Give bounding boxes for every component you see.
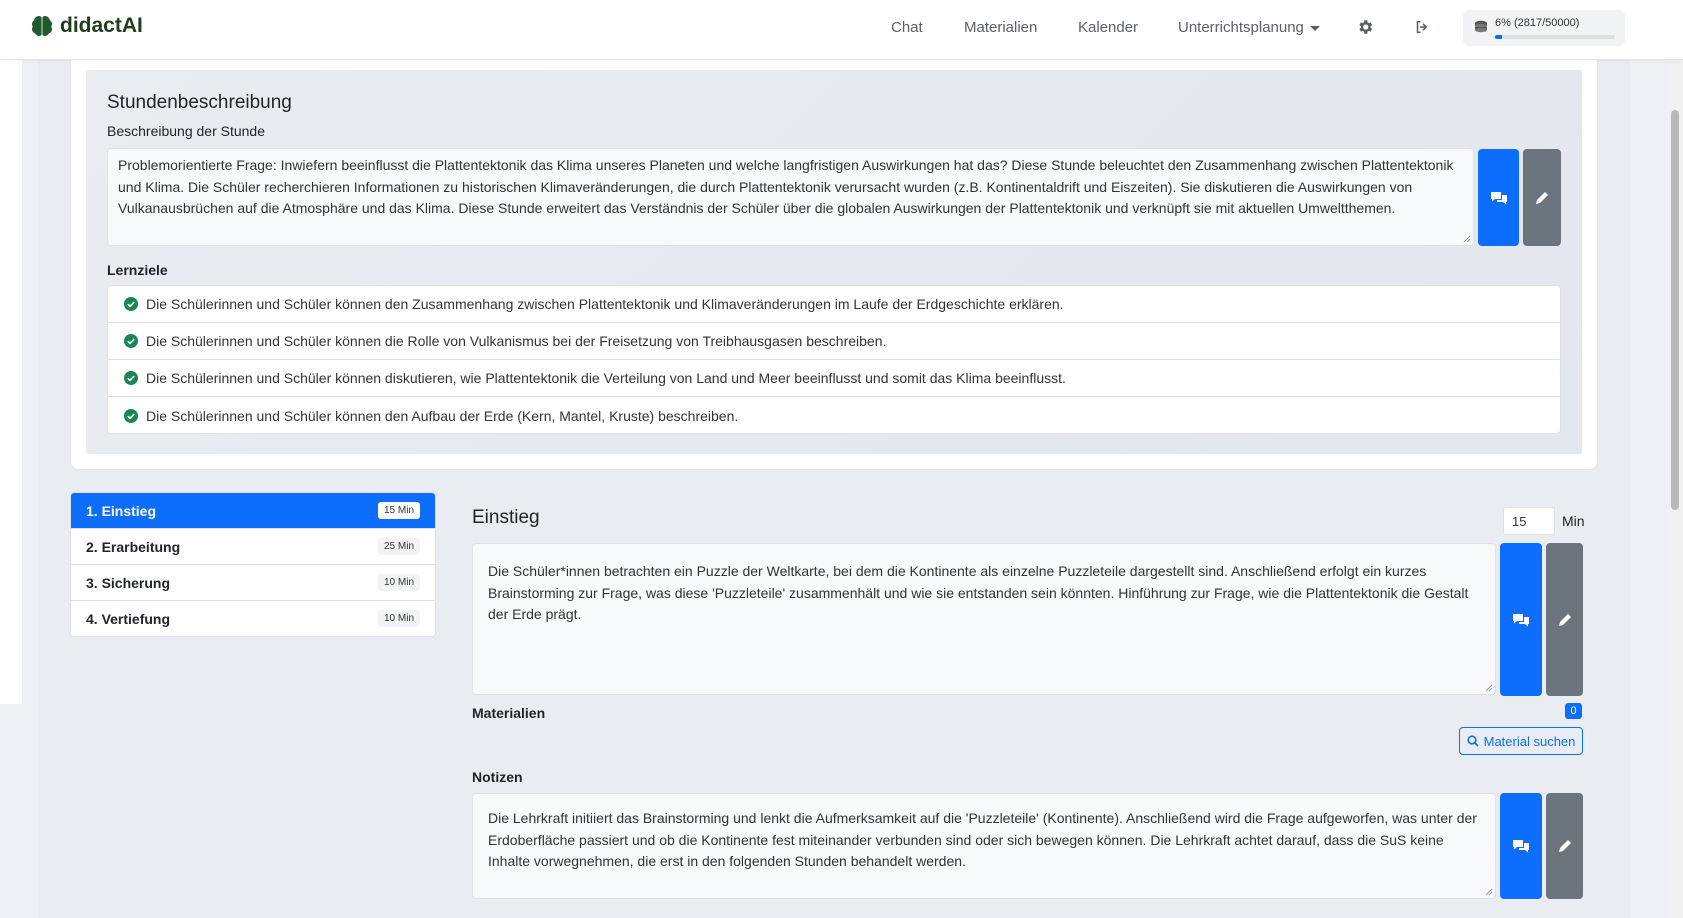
phase-label: 1. Einstieg <box>86 503 157 519</box>
resize-grip-icon[interactable] <box>1485 888 1493 896</box>
phase-item-erarbeitung[interactable]: 2. Erarbeitung 25 Min <box>71 529 435 565</box>
notes-edit-button[interactable] <box>1546 793 1583 899</box>
phase-duration-badge: 10 Min <box>377 574 420 591</box>
check-circle-icon <box>124 297 138 311</box>
phase-duration-badge: 15 Min <box>377 502 420 519</box>
brand[interactable]: didactAI <box>30 14 143 38</box>
goal-text: Die Schülerinnen und Schüler können disk… <box>146 370 1066 386</box>
goal-text: Die Schülerinnen und Schüler können den … <box>146 407 739 424</box>
phase-duration-badge: 10 Min <box>377 610 420 627</box>
usage-progress-fill <box>1495 35 1503 39</box>
check-circle-icon <box>124 334 138 348</box>
minutes-input[interactable] <box>1503 507 1555 535</box>
notes-text: Die Lehrkraft initiiert das Brainstormin… <box>488 810 1477 869</box>
comments-icon <box>1490 191 1507 204</box>
comments-icon <box>1513 840 1529 853</box>
resize-grip-icon[interactable] <box>1463 235 1471 243</box>
phase-label: 2. Erarbeitung <box>86 539 181 555</box>
phase-edit-button[interactable] <box>1546 543 1583 696</box>
usage-text: 6% (2817/50000) <box>1495 17 1580 29</box>
nav-link-materialien[interactable]: Materialien <box>964 19 1037 36</box>
goals-title: Lernziele <box>107 262 168 278</box>
phase-label: 3. Sicherung <box>86 575 171 591</box>
search-icon <box>1467 735 1479 747</box>
navbar: didactAI Chat Materialien Kalender Unter… <box>0 0 1683 60</box>
pencil-icon <box>1536 191 1548 204</box>
comments-icon <box>1513 613 1529 626</box>
material-search-button[interactable]: Material suchen <box>1459 727 1583 755</box>
goal-text: Die Schülerinnen und Schüler können den … <box>146 296 1064 312</box>
description-text: Problemorientierte Frage: Inwiefern beei… <box>118 157 1454 216</box>
nav-link-kalender[interactable]: Kalender <box>1078 19 1138 36</box>
notes-chat-button[interactable] <box>1500 793 1542 899</box>
coins-icon <box>1475 20 1487 33</box>
materials-count-badge: 0 <box>1565 703 1582 719</box>
caret-down-icon <box>1309 25 1320 31</box>
gear-icon[interactable] <box>1356 18 1374 36</box>
description-edit-button[interactable] <box>1523 149 1561 246</box>
phase-description-textarea[interactable]: Die Schüler*innen betrachten ein Puzzle … <box>472 543 1496 695</box>
left-gutter <box>0 60 22 704</box>
scrollbar[interactable] <box>1667 60 1683 918</box>
token-usage: 6% (2817/50000) <box>1463 10 1625 46</box>
phase-duration-badge: 25 Min <box>377 538 420 555</box>
logout-icon[interactable] <box>1413 18 1431 36</box>
materials-label: Materialien <box>472 705 546 721</box>
material-search-label: Material suchen <box>1483 733 1576 749</box>
goal-item: Die Schülerinnen und Schüler können disk… <box>108 360 1560 397</box>
goals-list: Die Schülerinnen und Schüler können den … <box>107 285 1561 434</box>
phase-description-text: Die Schüler*innen betrachten ein Puzzle … <box>488 563 1469 622</box>
nav-dropdown-unterrichtsplanung[interactable]: Unterrichtsplanung <box>1178 19 1320 36</box>
description-title: Stundenbeschreibung <box>107 92 292 113</box>
phase-item-einstieg[interactable]: 1. Einstieg 15 Min <box>71 493 435 529</box>
notes-label: Notizen <box>472 769 523 785</box>
phase-chat-button[interactable] <box>1500 543 1542 696</box>
scrollbar-thumb[interactable] <box>1671 110 1679 510</box>
goal-item: Die Schülerinnen und Schüler können die … <box>108 323 1560 360</box>
phase-item-sicherung[interactable]: 3. Sicherung 10 Min <box>71 565 435 601</box>
description-textarea[interactable]: Problemorientierte Frage: Inwiefern beei… <box>107 148 1474 246</box>
phase-item-vertiefung[interactable]: 4. Vertiefung 10 Min <box>71 601 435 636</box>
phase-list: 1. Einstieg 15 Min 2. Erarbeitung 25 Min… <box>70 492 436 637</box>
resize-grip-icon[interactable] <box>1485 684 1493 692</box>
goal-item: Die Schülerinnen und Schüler können den … <box>108 397 1560 434</box>
check-circle-icon <box>124 371 138 385</box>
phase-label: 4. Vertiefung <box>86 611 171 627</box>
nav-dropdown-label: Unterrichtsplanung <box>1178 19 1304 36</box>
check-circle-icon <box>124 408 138 423</box>
brain-icon <box>32 16 52 36</box>
usage-progress <box>1495 35 1615 39</box>
pencil-icon <box>1558 613 1571 626</box>
brand-name: didactAI <box>60 14 143 37</box>
goal-text: Die Schülerinnen und Schüler können die … <box>146 333 887 349</box>
minutes-unit: Min <box>1562 513 1585 529</box>
pencil-icon <box>1558 840 1571 852</box>
description-chat-button[interactable] <box>1478 149 1519 246</box>
goal-item: Die Schülerinnen und Schüler können den … <box>108 286 1560 323</box>
notes-textarea[interactable]: Die Lehrkraft initiiert das Brainstormin… <box>472 793 1496 899</box>
phase-title: Einstieg <box>472 507 540 528</box>
description-label: Beschreibung der Stunde <box>107 123 265 139</box>
nav-link-chat[interactable]: Chat <box>891 19 923 36</box>
